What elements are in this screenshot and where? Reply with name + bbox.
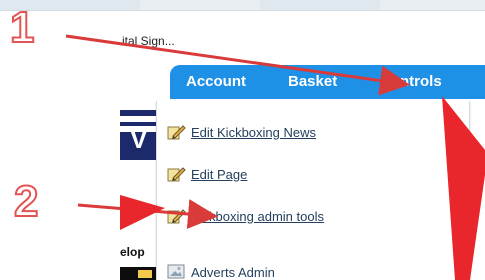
screenshot-stage: ital Sign... V elop Account Basket Contr… [0, 0, 485, 280]
bookmark-link[interactable]: ital Sign... [122, 34, 175, 48]
controls-dropdown-menu: Edit Kickboxing News Edit Page Kickboxin… [156, 101, 470, 280]
main-nav-bar: Account Basket Controls [170, 65, 485, 99]
menu-item-adverts-admin[interactable]: Adverts Admin [167, 261, 275, 280]
menu-item-edit-page[interactable]: Edit Page [167, 163, 247, 185]
site-logo: V [120, 110, 160, 160]
menu-item-label: Kickboxing admin tools [191, 208, 324, 224]
nav-account[interactable]: Account [186, 73, 246, 90]
edit-pencil-icon [167, 207, 187, 225]
nav-controls[interactable]: Controls [380, 73, 442, 90]
menu-item-label: Adverts Admin [191, 264, 275, 280]
left-page-bar [120, 267, 160, 280]
edit-pencil-icon [167, 165, 187, 183]
menu-item-label: Edit Kickboxing News [191, 124, 316, 140]
image-icon [167, 263, 187, 280]
annotation-number-1: 1 [9, 3, 36, 52]
annotation-number-2: 2 [13, 177, 40, 226]
menu-item-kickboxing-admin-tools[interactable]: Kickboxing admin tools [167, 205, 324, 227]
nav-basket[interactable]: Basket [288, 73, 337, 90]
edit-pencil-icon [167, 123, 187, 141]
left-page-text: elop [120, 245, 145, 259]
menu-item-label: Edit Page [191, 166, 248, 182]
menu-item-edit-kickboxing-news[interactable]: Edit Kickboxing News [167, 121, 316, 143]
top-strip [0, 0, 485, 11]
